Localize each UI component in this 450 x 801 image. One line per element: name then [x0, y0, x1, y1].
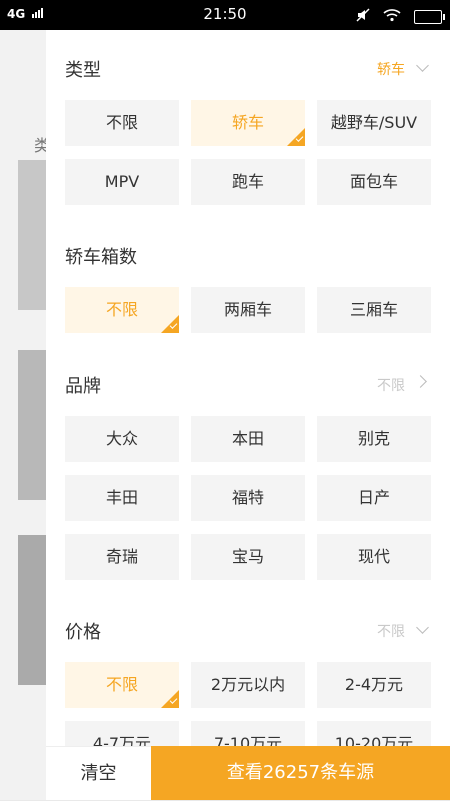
type-option[interactable]: 面包车	[317, 159, 431, 205]
price-option-selected[interactable]: 不限	[65, 662, 179, 708]
type-option[interactable]: MPV	[65, 159, 179, 205]
chevron-down-icon	[416, 59, 429, 72]
brand-option[interactable]: 宝马	[191, 534, 305, 580]
brand-option[interactable]: 别克	[317, 416, 431, 462]
option-label: 不限	[105, 675, 138, 694]
chevron-down-icon	[416, 621, 429, 634]
wifi-icon	[383, 7, 401, 26]
brand-option[interactable]: 日产	[317, 475, 431, 521]
filter-panel: 类型 轿车 不限 轿车 越野车/SUV MPV 跑车 面包车 轿车箱数 不限 两…	[46, 30, 450, 800]
brand-option[interactable]: 奇瑞	[65, 534, 179, 580]
mute-icon	[356, 7, 370, 26]
brand-option[interactable]: 现代	[317, 534, 431, 580]
brand-option[interactable]: 大众	[65, 416, 179, 462]
option-label: 不限	[105, 300, 138, 319]
boxes-header: 轿车箱数	[65, 238, 431, 268]
view-results-button[interactable]: 查看26257条车源	[151, 746, 450, 800]
brand-header[interactable]: 品牌 不限	[65, 367, 431, 397]
price-option[interactable]: 2-4万元	[317, 662, 431, 708]
boxes-option[interactable]: 三厢车	[317, 287, 431, 333]
clear-button[interactable]: 清空	[46, 746, 151, 800]
brand-option[interactable]: 福特	[191, 475, 305, 521]
background-thumbnail	[18, 350, 46, 500]
type-header[interactable]: 类型 轿车	[65, 51, 431, 81]
type-option-selected[interactable]: 轿车	[191, 100, 305, 146]
price-header[interactable]: 价格 不限	[65, 613, 431, 643]
check-corner-icon	[161, 690, 179, 708]
price-title: 价格	[65, 622, 101, 643]
check-corner-icon	[161, 315, 179, 333]
status-bar: 4G 21:50	[0, 0, 450, 30]
type-option[interactable]: 不限	[65, 100, 179, 146]
option-label: 轿车	[231, 113, 264, 132]
background-thumbnail	[18, 160, 46, 310]
brand-title: 品牌	[65, 376, 101, 397]
type-selected-value: 轿车	[377, 62, 405, 78]
check-corner-icon	[287, 128, 305, 146]
background-thumbnail	[18, 535, 46, 685]
boxes-option-selected[interactable]: 不限	[65, 287, 179, 333]
bottom-action-bar: 清空 查看26257条车源	[46, 746, 450, 800]
price-option[interactable]: 2万元以内	[191, 662, 305, 708]
brand-option[interactable]: 丰田	[65, 475, 179, 521]
brand-selected-value: 不限	[377, 378, 405, 394]
boxes-title: 轿车箱数	[65, 247, 137, 268]
price-selected-value: 不限	[377, 624, 405, 640]
brand-option[interactable]: 本田	[191, 416, 305, 462]
boxes-option[interactable]: 两厢车	[191, 287, 305, 333]
chevron-right-icon	[414, 375, 427, 388]
type-option[interactable]: 越野车/SUV	[317, 100, 431, 146]
type-option[interactable]: 跑车	[191, 159, 305, 205]
type-title: 类型	[65, 60, 101, 81]
battery-icon	[414, 9, 445, 24]
